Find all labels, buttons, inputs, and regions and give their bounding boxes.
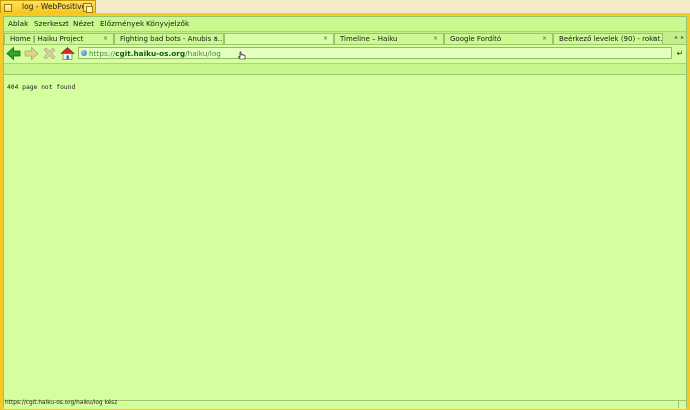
tab-google-fordito[interactable]: Google Fordító × (444, 33, 553, 44)
url-field[interactable]: https://cgit.haiku-os.org/haiku/log ↵ (78, 47, 683, 59)
home-icon[interactable] (60, 46, 75, 61)
tab-scroll-right-icon[interactable]: ▸ (679, 34, 686, 42)
globe-icon (81, 50, 87, 56)
window-close-icon[interactable] (4, 4, 12, 12)
tab-close-icon[interactable]: × (103, 34, 108, 44)
menu-nezet[interactable]: Nézet (73, 19, 94, 28)
tab-home-haiku[interactable]: Home | Haiku Project × (4, 33, 114, 44)
menu-bar: Ablak Szerkeszt Nézet Előzmények Könyvje… (4, 17, 686, 32)
menu-ablak[interactable]: Ablak (8, 19, 28, 28)
window-zoom-icon[interactable] (83, 3, 93, 13)
resize-handle-icon[interactable] (678, 401, 686, 408)
tab-anubis[interactable]: Fighting bad bots - Anubis a... × (114, 33, 224, 44)
url-text[interactable]: https://cgit.haiku-os.org/haiku/log (89, 49, 221, 58)
tab-scroll-left-icon[interactable]: ◂ (672, 34, 679, 42)
url-scheme: https:// (89, 49, 116, 58)
navigation-bar: https://cgit.haiku-os.org/haiku/log ↵ (4, 45, 686, 64)
tab-close-icon[interactable]: × (323, 34, 328, 44)
tab-label: Home | Haiku Project (10, 35, 84, 43)
tab-cgit-active[interactable]: × (224, 33, 334, 44)
tab-close-icon[interactable]: × (433, 34, 438, 44)
url-host: cgit.haiku-os.org (115, 49, 186, 58)
tab-label: Timeline – Haiku (340, 35, 398, 43)
tab-timeline-haiku[interactable]: Timeline – Haiku × (334, 33, 444, 44)
bookmark-strip (4, 64, 686, 75)
tab-label: Google Fordító (450, 35, 502, 43)
hand-cursor-icon (238, 51, 246, 60)
error-message: 404 page not found (7, 84, 76, 91)
window-title: log - WebPositive (22, 2, 87, 11)
tab-beerkezo-levelek[interactable]: Beérkező levelek (90) - rokat... × (553, 33, 663, 44)
window-tab[interactable]: log - WebPositive (0, 0, 96, 13)
status-text: https://cgit.haiku-os.org/haiku/log kész (5, 400, 118, 406)
tab-label: Fighting bad bots - Anubis a... (120, 35, 224, 43)
tab-close-icon[interactable]: × (542, 34, 547, 44)
window-frame: Ablak Szerkeszt Nézet Előzmények Könyvje… (0, 13, 690, 410)
back-arrow-icon[interactable] (6, 46, 21, 61)
tab-close-icon[interactable]: × (652, 34, 657, 44)
stop-icon[interactable] (42, 46, 57, 61)
tab-label: Beérkező levelek (90) - rokat... (559, 35, 663, 43)
status-bar: https://cgit.haiku-os.org/haiku/log kész (4, 400, 686, 409)
web-page-content: 404 page not found (4, 75, 686, 395)
forward-arrow-icon[interactable] (24, 46, 39, 61)
menu-elozmenyek[interactable]: Előzmények (100, 19, 144, 28)
menu-szerkeszt[interactable]: Szerkeszt (34, 19, 69, 28)
tab-close-icon[interactable]: × (213, 34, 218, 44)
menu-konyvjelzok[interactable]: Könyvjelzők (146, 19, 189, 28)
url-path: /haiku/log (185, 49, 221, 58)
browser-window: Ablak Szerkeszt Nézet Előzmények Könyvje… (3, 16, 687, 409)
go-icon[interactable]: ↵ (675, 49, 685, 59)
tab-bar: Home | Haiku Project × Fighting bad bots… (4, 32, 686, 45)
